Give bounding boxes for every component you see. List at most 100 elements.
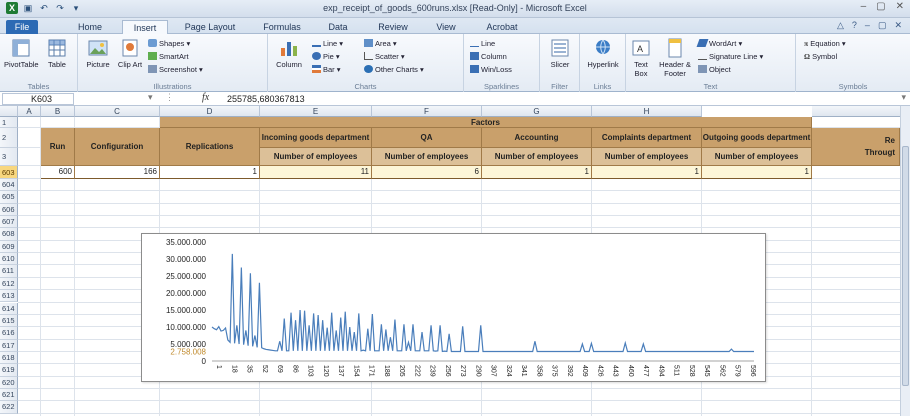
row-header[interactable]: 618 (0, 351, 18, 365)
minimize-icon[interactable]: – (861, 1, 867, 12)
row-header[interactable]: 621 (0, 388, 18, 402)
row-header[interactable]: 611 (0, 265, 18, 278)
table-button[interactable]: Table (42, 38, 72, 69)
pie-chart-button[interactable]: Pie ▾ (312, 52, 340, 62)
workbook-close-icon[interactable]: ✕ (894, 20, 902, 31)
line-chart[interactable]: 35.000.000 30.000.000 25.000.000 20.000.000… (141, 233, 766, 382)
replications-header[interactable]: Replications (160, 128, 260, 166)
row-header[interactable]: 620 (0, 376, 18, 389)
vertical-scrollbar[interactable] (900, 106, 910, 416)
row-header[interactable]: 616 (0, 327, 18, 340)
wordart-button[interactable]: WordArt ▾ (696, 39, 742, 49)
row-header[interactable]: 622 (0, 401, 18, 414)
row-header[interactable]: 619 (0, 364, 18, 377)
insert-function-icon[interactable]: fx (202, 92, 209, 103)
qa-employees-header[interactable]: Number of employees (372, 148, 482, 166)
column-header[interactable]: H (592, 106, 702, 117)
tab-data[interactable]: Data (320, 20, 356, 34)
cell-outgoing[interactable]: 1 (702, 166, 812, 179)
shapes-button[interactable]: Shapes ▾ (148, 39, 190, 49)
results-header[interactable]: Re Througt (812, 128, 900, 166)
column-header[interactable]: F (372, 106, 482, 117)
row-header[interactable]: 609 (0, 240, 18, 254)
cell-qa[interactable]: 6 (372, 166, 482, 179)
column-header[interactable]: E (260, 106, 372, 117)
row-header[interactable]: 612 (0, 277, 18, 291)
configuration-header[interactable]: Configuration (75, 128, 160, 166)
accounting-employees-header[interactable]: Number of employees (482, 148, 592, 166)
series-line[interactable] (211, 253, 754, 353)
bar-chart-button[interactable]: Bar ▾ (312, 65, 341, 75)
cell-replications[interactable]: 1 (160, 166, 260, 179)
column-header[interactable]: B (41, 106, 75, 117)
help-icon[interactable]: ? (852, 20, 857, 31)
tab-insert[interactable]: Insert (122, 20, 168, 34)
row-header[interactable]: 617 (0, 339, 18, 352)
row-header[interactable]: 607 (0, 216, 18, 229)
smartart-button[interactable]: SmartArt (148, 52, 189, 62)
picture-button[interactable]: Picture (82, 38, 114, 69)
row-header[interactable]: 605 (0, 191, 18, 204)
column-header[interactable]: C (75, 106, 160, 117)
sparkline-line-button[interactable]: Line (470, 39, 495, 49)
textbox-button[interactable]: A Text Box (628, 38, 654, 78)
area-chart-button[interactable]: Area ▾ (364, 39, 397, 49)
complaints-header[interactable]: Complaints department (592, 128, 702, 148)
formula-input[interactable]: 255785,680367813 (227, 93, 305, 105)
collapse-ribbon-icon[interactable]: △ (837, 20, 844, 31)
row-header[interactable]: 3 (0, 148, 18, 166)
column-chart-button[interactable]: Column (272, 38, 306, 69)
row-header[interactable]: 615 (0, 314, 18, 328)
object-button[interactable]: Object (698, 65, 731, 75)
cell-complaints[interactable]: 1 (592, 166, 702, 179)
equation-button[interactable]: π Equation ▾ (804, 39, 846, 49)
outgoing-goods-header[interactable]: Outgoing goods department (702, 128, 812, 148)
accounting-header[interactable]: Accounting (482, 128, 592, 148)
sparkline-column-button[interactable]: Column (470, 52, 507, 62)
row-header[interactable]: 2 (0, 128, 18, 148)
tab-home[interactable]: Home (70, 20, 110, 34)
hyperlink-button[interactable]: Hyperlink (582, 38, 624, 69)
scrollbar-thumb[interactable] (902, 146, 909, 386)
cell-incoming[interactable]: 11 (260, 166, 372, 179)
qa-header[interactable]: QA (372, 128, 482, 148)
namebox-dropdown-icon[interactable]: ▾ (148, 92, 153, 103)
pivottable-button[interactable]: PivotTable (4, 38, 39, 69)
workbook-minimize-icon[interactable]: – (865, 20, 870, 31)
clipart-button[interactable]: Clip Art (116, 38, 144, 69)
symbol-button[interactable]: Ω Symbol (804, 52, 837, 62)
scatter-chart-button[interactable]: Scatter ▾ (364, 52, 405, 62)
factors-header[interactable]: Factors (160, 117, 812, 128)
restore-icon[interactable]: ▢ (876, 1, 885, 12)
signature-line-button[interactable]: Signature Line ▾ (698, 52, 763, 62)
column-header-blank[interactable] (812, 106, 910, 117)
select-all-corner[interactable] (0, 106, 18, 117)
tab-view[interactable]: View (428, 20, 464, 34)
row-header[interactable]: 614 (0, 302, 18, 315)
cell-run[interactable]: 600 (41, 166, 75, 179)
outgoing-employees-header[interactable]: Number of employees (702, 148, 812, 166)
sparkline-winloss-button[interactable]: Win/Loss (470, 65, 512, 75)
incoming-goods-header[interactable]: Incoming goods department (260, 128, 372, 148)
header-footer-button[interactable]: Header & Footer (656, 38, 694, 78)
tab-file[interactable]: File (6, 20, 38, 34)
tab-page-layout[interactable]: Page Layout (180, 20, 240, 34)
line-chart-button[interactable]: Line ▾ (312, 39, 343, 49)
workbook-restore-icon[interactable]: ▢ (878, 20, 887, 31)
row-header[interactable]: 603 (0, 166, 18, 179)
row-header[interactable]: 604 (0, 179, 18, 192)
cell-configuration[interactable]: 166 (75, 166, 160, 179)
slicer-button[interactable]: Slicer (544, 38, 576, 69)
tab-review[interactable]: Review (372, 20, 414, 34)
tab-acrobat[interactable]: Acrobat (480, 20, 524, 34)
expand-formula-bar-icon[interactable]: ▾ (901, 92, 906, 103)
other-charts-button[interactable]: Other Charts ▾ (364, 65, 424, 75)
column-header[interactable]: D (160, 106, 260, 117)
incoming-employees-header[interactable]: Number of employees (260, 148, 372, 166)
row-header[interactable]: 608 (0, 228, 18, 241)
row-header[interactable]: 610 (0, 253, 18, 266)
row-header[interactable]: 613 (0, 290, 18, 303)
column-header[interactable]: A (18, 106, 41, 117)
tab-formulas[interactable]: Formulas (258, 20, 306, 34)
cell-accounting[interactable]: 1 (482, 166, 592, 179)
